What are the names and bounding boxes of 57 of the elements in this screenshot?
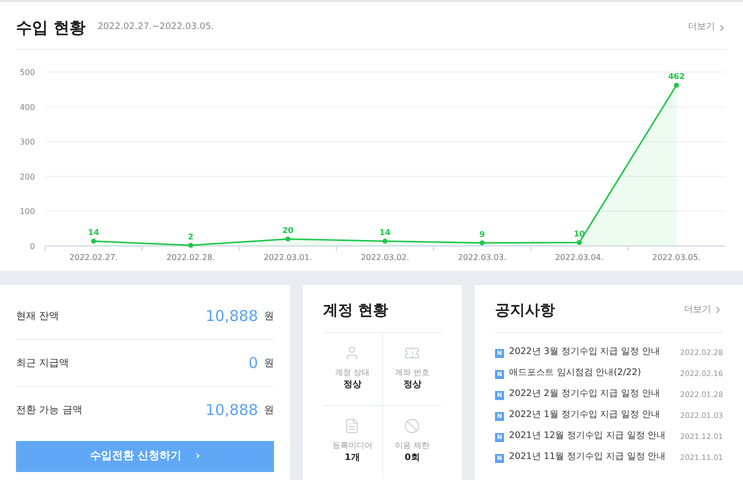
y-tick-label: 300 xyxy=(20,138,35,147)
x-tick-label: 2022.02.28. xyxy=(166,253,215,262)
y-tick-label: 500 xyxy=(20,68,35,77)
data-point xyxy=(480,240,485,246)
period-text: 2022.02.27.~2022.03.05. xyxy=(98,21,214,34)
unit-text: 원 xyxy=(264,310,274,324)
notice-link[interactable]: 애드포스트 임시점검 안내(2/22) xyxy=(509,367,641,381)
notice-link[interactable]: 2022년 2월 정기수입 지급 일정 안내 xyxy=(509,388,660,402)
balance-label: 전환 가능 금액 xyxy=(16,404,82,418)
data-label: 20 xyxy=(282,226,294,236)
x-tick-label: 2022.03.01. xyxy=(264,253,312,262)
balance-amount: 10,888 xyxy=(206,306,258,327)
status-value: 0회 xyxy=(404,452,420,464)
data-label: 462 xyxy=(668,72,685,82)
x-tick-label: 2022.02.27. xyxy=(69,253,118,262)
data-label: 9 xyxy=(479,230,485,239)
section-title: 수입 현황 xyxy=(16,17,86,39)
y-tick-label: 400 xyxy=(20,102,35,112)
balance-amount: 10,888 xyxy=(206,400,258,422)
notice-link[interactable]: 2021년 11월 정기수입 지급 일정 안내 xyxy=(509,451,666,465)
document-icon xyxy=(344,418,360,434)
data-point xyxy=(674,82,679,88)
notice-link[interactable]: 2022년 3월 정기수입 지급 일정 안내 xyxy=(509,346,660,360)
x-tick-label: 2022.03.05. xyxy=(652,253,701,262)
notice-link[interactable]: 2022년 1월 정기수입 지급 일정 안내 xyxy=(509,409,660,423)
status-label: 등록미디어 xyxy=(332,440,372,452)
status-label: 이용 제한 xyxy=(394,440,430,452)
status-label: 계좌 번호 xyxy=(394,366,430,378)
y-tick-label: 200 xyxy=(20,172,35,182)
status-value: 정상 xyxy=(403,378,422,392)
ban-icon xyxy=(404,418,420,434)
x-tick-label: 2022.03.04. xyxy=(555,253,604,262)
unit-text: 원 xyxy=(264,356,274,370)
section-title: 계정 현황 xyxy=(323,299,442,332)
x-tick-label: 2022.03.03. xyxy=(458,253,506,262)
status-label: 계정 상태 xyxy=(334,366,370,378)
balance-amount: 0 xyxy=(248,352,258,374)
balance-label: 최근 지급액 xyxy=(16,356,70,370)
data-point xyxy=(576,240,582,246)
y-tick-label: 0 xyxy=(30,242,35,251)
more-link[interactable]: 더보기 xyxy=(684,304,723,317)
status-value: 1개 xyxy=(344,452,360,464)
data-point xyxy=(285,236,290,242)
y-tick-label: 100 xyxy=(20,207,35,216)
data-point xyxy=(91,238,96,244)
unit-text: 원 xyxy=(264,404,274,418)
x-tick-label: 2022.03.02. xyxy=(360,253,410,262)
section-title: 공지사항 xyxy=(495,300,555,321)
data-label: 2 xyxy=(188,232,194,242)
data-point xyxy=(188,242,194,248)
notice-link[interactable]: 2021년 12월 정기수입 지급 일정 안내 xyxy=(509,430,666,444)
balance-label: 현재 잔액 xyxy=(16,310,60,324)
status-value: 정상 xyxy=(343,378,362,392)
data-label: 14 xyxy=(88,228,100,238)
more-link[interactable]: 더보기 xyxy=(688,21,727,35)
data-point xyxy=(382,238,388,244)
data-label: 14 xyxy=(379,228,391,238)
